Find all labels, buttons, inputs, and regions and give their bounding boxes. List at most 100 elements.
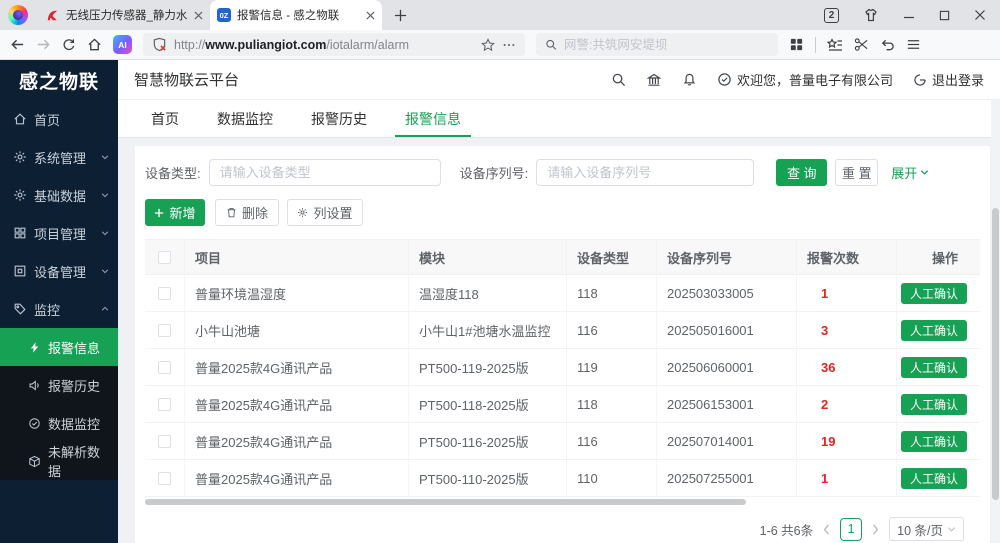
tile-view-icon[interactable] bbox=[789, 37, 804, 52]
close-window-button[interactable] bbox=[974, 9, 986, 21]
logout-button[interactable]: 退出登录 bbox=[913, 70, 984, 89]
vertical-scrollbar[interactable] bbox=[991, 100, 1000, 543]
add-button[interactable]: 新增 bbox=[145, 199, 205, 226]
cell-module: 温湿度118 bbox=[409, 275, 567, 312]
manual-confirm-button[interactable]: 人工确认 bbox=[901, 320, 967, 341]
sidebar-item-label: 系统管理 bbox=[34, 148, 86, 167]
horizontal-scrollbar[interactable] bbox=[145, 498, 980, 506]
reset-button[interactable]: 重 置 bbox=[835, 159, 878, 186]
gear-icon bbox=[13, 188, 27, 202]
device-type-label: 设备类型: bbox=[145, 163, 201, 182]
tab-close-icon[interactable] bbox=[366, 11, 375, 20]
next-page-button[interactable] bbox=[871, 524, 880, 535]
minimize-button[interactable] bbox=[903, 9, 915, 21]
bookmarks-list-icon[interactable] bbox=[827, 37, 843, 53]
table-row: 普量2025款4G通讯产品PT500-110-2025版110202507255… bbox=[145, 460, 980, 497]
browser-search-input[interactable] bbox=[564, 38, 769, 52]
row-checkbox[interactable] bbox=[158, 287, 171, 300]
reload-button[interactable] bbox=[62, 38, 76, 52]
forward-button[interactable] bbox=[36, 37, 51, 52]
sidebar-item-base-data[interactable]: 基础数据 bbox=[0, 176, 118, 214]
select-all-checkbox[interactable] bbox=[158, 251, 171, 264]
column-settings-button[interactable]: 列设置 bbox=[287, 199, 363, 226]
sidebar-item-projects[interactable]: 项目管理 bbox=[0, 214, 118, 252]
manual-confirm-button[interactable]: 人工确认 bbox=[901, 431, 967, 452]
chevron-down-icon bbox=[101, 267, 109, 275]
cell-project: 普量2025款4G通讯产品 bbox=[185, 460, 409, 497]
row-checkbox[interactable] bbox=[158, 361, 171, 374]
manual-confirm-button[interactable]: 人工确认 bbox=[901, 283, 967, 304]
welcome-text: 欢迎您，普量电子有限公司 bbox=[737, 70, 893, 89]
bookmark-star-icon[interactable] bbox=[481, 38, 495, 52]
horizontal-scrollbar-thumb[interactable] bbox=[145, 499, 746, 505]
back-button[interactable] bbox=[10, 37, 25, 52]
cell-serial: 202507255001 bbox=[657, 460, 797, 497]
sidebar-item-alarm-history[interactable]: 报警历史 bbox=[0, 366, 118, 404]
manual-confirm-button[interactable]: 人工确认 bbox=[901, 357, 967, 378]
sidebar-item-data-monitor[interactable]: 数据监控 bbox=[0, 404, 118, 442]
expand-link[interactable]: 展开 bbox=[891, 163, 929, 182]
bank-icon[interactable] bbox=[646, 72, 662, 88]
ai-assistant-button[interactable]: AI bbox=[113, 35, 132, 54]
menu-icon[interactable] bbox=[906, 37, 921, 52]
sidebar-item-home[interactable]: 首页 bbox=[0, 100, 118, 138]
cell-device-type: 118 bbox=[567, 386, 657, 423]
insecure-shield-icon[interactable] bbox=[152, 37, 167, 52]
tab-alarm-info[interactable]: 报警信息 bbox=[386, 100, 480, 137]
sidebar-item-label: 报警信息 bbox=[48, 338, 100, 357]
browser-tab-inactive[interactable]: 无线压力传感器_静力水准仪_ bbox=[38, 0, 210, 30]
browser-tab-active[interactable]: 0Z 报警信息 - 感之物联 bbox=[210, 0, 382, 30]
manual-confirm-button[interactable]: 人工确认 bbox=[901, 468, 967, 489]
row-checkbox[interactable] bbox=[158, 472, 171, 485]
tab-close-icon[interactable] bbox=[194, 11, 203, 20]
delete-button[interactable]: 删除 bbox=[215, 199, 279, 226]
vertical-scrollbar-thumb[interactable] bbox=[992, 208, 999, 500]
row-checkbox[interactable] bbox=[158, 324, 171, 337]
tab-home[interactable]: 首页 bbox=[132, 100, 198, 137]
sidebar-item-devices[interactable]: 设备管理 bbox=[0, 252, 118, 290]
device-icon bbox=[13, 264, 27, 278]
sidebar-item-system[interactable]: 系统管理 bbox=[0, 138, 118, 176]
manual-confirm-button[interactable]: 人工确认 bbox=[901, 394, 967, 415]
tab-alarm-history[interactable]: 报警历史 bbox=[292, 100, 386, 137]
search-icon[interactable] bbox=[611, 72, 626, 87]
user-welcome[interactable]: 欢迎您，普量电子有限公司 bbox=[717, 70, 893, 89]
sidebar-item-alarm-info[interactable]: 报警信息 bbox=[0, 328, 118, 366]
browser-search-box[interactable] bbox=[536, 33, 778, 56]
device-type-input[interactable] bbox=[209, 159, 441, 186]
tab-data-monitor[interactable]: 数据监控 bbox=[198, 100, 292, 137]
sidebar-item-label: 首页 bbox=[34, 110, 60, 129]
cell-serial: 202507014001 bbox=[657, 423, 797, 460]
table-header-row: 项目 模块 设备类型 设备序列号 报警次数 操作 bbox=[145, 240, 980, 275]
row-select-cell bbox=[145, 312, 185, 349]
column-header-device-type: 设备类型 bbox=[567, 240, 657, 275]
row-checkbox[interactable] bbox=[158, 435, 171, 448]
table-body: 普量环境温湿度温湿度1181182025030330051人工确认小牛山池塘小牛… bbox=[145, 275, 980, 497]
search-icon bbox=[545, 38, 557, 51]
new-tab-button[interactable] bbox=[394, 9, 407, 22]
home-button[interactable] bbox=[87, 37, 102, 52]
maximize-button[interactable] bbox=[939, 10, 950, 21]
scissors-icon[interactable] bbox=[854, 37, 869, 52]
chevron-down-icon bbox=[101, 191, 109, 199]
tab-counter-badge[interactable]: 2 bbox=[824, 8, 839, 23]
cell-alarm-count: 36 bbox=[797, 349, 897, 386]
wardrobe-icon[interactable] bbox=[863, 7, 879, 23]
cell-device-type: 116 bbox=[567, 423, 657, 460]
current-page-button[interactable]: 1 bbox=[840, 518, 862, 541]
address-bar[interactable]: http://www.puliangiot.com/iotalarm/alarm bbox=[143, 33, 525, 56]
row-checkbox[interactable] bbox=[158, 398, 171, 411]
serial-input[interactable] bbox=[536, 159, 754, 186]
more-options-icon[interactable] bbox=[502, 38, 516, 52]
query-button[interactable]: 查 询 bbox=[776, 159, 827, 186]
page-size-select[interactable]: 10 条/页 bbox=[889, 517, 964, 541]
firefox-logo-icon[interactable] bbox=[8, 5, 28, 25]
undo-icon[interactable] bbox=[880, 37, 895, 52]
bell-icon[interactable] bbox=[682, 72, 697, 87]
sidebar-item-unparsed-data[interactable]: 未解析数据 bbox=[0, 442, 118, 480]
cell-serial: 202506060001 bbox=[657, 349, 797, 386]
sidebar-item-label: 监控 bbox=[34, 300, 60, 319]
sidebar: 感之物联 首页 系统管理 基础数据 项目管理 设备管理 监控 bbox=[0, 60, 118, 543]
sidebar-item-monitoring[interactable]: 监控 bbox=[0, 290, 118, 328]
prev-page-button[interactable] bbox=[822, 524, 831, 535]
